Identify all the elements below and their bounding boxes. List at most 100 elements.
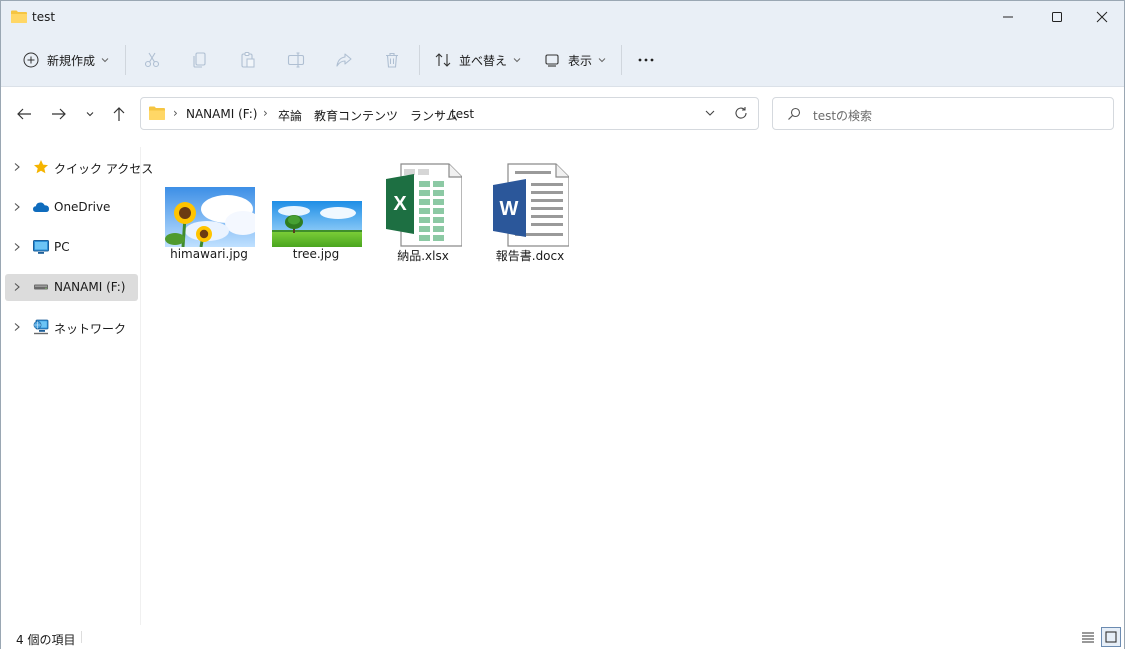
sidebar-item-network[interactable]: ネットワーク xyxy=(5,314,138,341)
new-button[interactable]: 新規作成 xyxy=(23,47,109,73)
address-bar[interactable]: › NANAMI (F:) › 卒論 教育コンテンツ ランサム › test xyxy=(140,97,759,130)
close-icon xyxy=(1096,11,1108,23)
file-item-nohin-xlsx[interactable]: X 納品.xlsx xyxy=(375,155,471,267)
chevron-down-icon xyxy=(86,112,94,117)
chevron-right-icon[interactable] xyxy=(13,162,21,172)
sidebar-item-pc[interactable]: PC xyxy=(5,234,138,261)
breadcrumb-folder[interactable]: 卒論 教育コンテンツ ランサム xyxy=(278,107,458,124)
folder-icon xyxy=(11,10,27,23)
up-button[interactable] xyxy=(109,104,129,124)
large-icons-view-button[interactable] xyxy=(1101,627,1121,647)
svg-text:X: X xyxy=(393,193,407,215)
file-list-view: himawari.jpg tree.jpg X 納品.xlsx W 報告書.do… xyxy=(142,139,1124,625)
more-icon xyxy=(638,58,654,62)
navigation-pane: クイック アクセス OneDrive PC NANAMI (F:) ネットワーク xyxy=(1,147,153,625)
cloud-icon xyxy=(32,199,50,215)
paste-button[interactable] xyxy=(239,47,257,73)
chevron-right-icon[interactable] xyxy=(13,282,21,292)
recent-locations-button[interactable] xyxy=(80,104,100,124)
more-button[interactable] xyxy=(637,47,655,73)
arrow-up-icon xyxy=(113,107,125,121)
svg-text:W: W xyxy=(500,198,519,220)
add-circle-icon xyxy=(23,52,39,68)
chevron-right-icon[interactable] xyxy=(13,322,21,332)
copy-button[interactable] xyxy=(191,47,209,73)
minimize-button[interactable] xyxy=(985,1,1031,33)
breadcrumb-separator: › xyxy=(173,106,178,120)
image-thumbnail xyxy=(165,159,255,247)
sidebar-item-onedrive[interactable]: OneDrive xyxy=(5,194,138,221)
details-view-button[interactable] xyxy=(1078,627,1098,647)
breadcrumb-separator: › xyxy=(263,106,268,120)
sort-button-label: 並べ替え xyxy=(459,53,508,68)
details-view-icon xyxy=(1082,632,1094,643)
status-bar: 4 個の項目 xyxy=(1,625,1124,649)
copy-icon xyxy=(193,52,206,68)
file-name: 報告書.docx xyxy=(495,249,565,263)
breadcrumb-separator: › xyxy=(437,106,442,120)
rename-icon xyxy=(287,52,305,68)
chevron-down-icon xyxy=(513,58,521,63)
view-icon xyxy=(545,54,559,67)
sort-icon xyxy=(435,53,451,67)
toolbar-divider xyxy=(621,45,622,75)
cut-button[interactable] xyxy=(143,47,161,73)
chevron-right-icon[interactable] xyxy=(13,202,21,212)
folder-icon xyxy=(149,106,165,120)
navigation-bar: › NANAMI (F:) › 卒論 教育コンテンツ ランサム › test t… xyxy=(1,87,1124,139)
view-button[interactable]: 表示 xyxy=(544,47,606,73)
sidebar-item-label: クイック アクセス xyxy=(54,162,154,176)
breadcrumb-current[interactable]: test xyxy=(451,107,474,121)
paste-icon xyxy=(241,52,255,68)
file-item-himawari[interactable]: himawari.jpg xyxy=(161,155,257,267)
breadcrumb-drive[interactable]: NANAMI (F:) xyxy=(186,107,257,121)
command-bar: 新規作成 並べ替え 表示 xyxy=(1,33,1124,87)
toolbar-divider xyxy=(125,45,126,75)
excel-file-icon: X xyxy=(379,159,469,247)
arrow-right-icon xyxy=(52,108,66,120)
chevron-right-icon[interactable] xyxy=(13,242,21,252)
large-icons-view-icon xyxy=(1105,631,1117,643)
refresh-icon[interactable] xyxy=(734,106,748,120)
minimize-icon xyxy=(1003,16,1013,18)
close-button[interactable] xyxy=(1079,1,1125,33)
back-button[interactable] xyxy=(14,104,34,124)
file-item-tree[interactable]: tree.jpg xyxy=(268,155,364,267)
title-bar: test xyxy=(1,1,1124,33)
chevron-down-icon[interactable] xyxy=(704,107,716,119)
search-box[interactable]: testの検索 xyxy=(772,97,1114,130)
delete-button[interactable] xyxy=(383,47,401,73)
sidebar-item-label: OneDrive xyxy=(54,200,111,214)
rename-button[interactable] xyxy=(287,47,305,73)
search-placeholder: testの検索 xyxy=(813,109,873,123)
forward-button[interactable] xyxy=(49,104,69,124)
sort-button[interactable]: 並べ替え xyxy=(435,47,521,73)
network-icon xyxy=(32,319,50,335)
view-button-label: 表示 xyxy=(568,53,593,68)
cut-icon xyxy=(144,52,160,68)
arrow-left-icon xyxy=(17,108,31,120)
sidebar-item-label: NANAMI (F:) xyxy=(54,280,126,294)
status-divider xyxy=(81,631,82,643)
file-name: tree.jpg xyxy=(292,247,340,261)
sidebar-item-label: ネットワーク xyxy=(54,322,127,336)
share-icon xyxy=(336,53,352,67)
share-button[interactable] xyxy=(335,47,353,73)
search-icon xyxy=(788,107,801,120)
delete-icon xyxy=(386,52,398,68)
sidebar-item-nanami-drive[interactable]: NANAMI (F:) xyxy=(5,274,138,301)
monitor-icon xyxy=(32,239,50,255)
file-name: himawari.jpg xyxy=(170,247,248,261)
maximize-icon xyxy=(1052,12,1062,22)
word-file-icon: W xyxy=(486,159,576,247)
file-item-hokokusho-docx[interactable]: W 報告書.docx xyxy=(482,155,578,267)
sidebar-item-label: PC xyxy=(54,240,70,254)
chevron-down-icon xyxy=(101,58,109,63)
sidebar-item-quick-access[interactable]: クイック アクセス xyxy=(5,154,153,181)
chevron-down-icon xyxy=(598,58,606,63)
maximize-button[interactable] xyxy=(1034,1,1080,33)
window-title: test xyxy=(32,10,56,24)
toolbar-divider xyxy=(419,45,420,75)
explorer-window: test 新規作成 並べ替え 表示 › NANAMI (F:) › 卒論 教育コ… xyxy=(0,0,1125,649)
image-thumbnail xyxy=(272,159,362,247)
